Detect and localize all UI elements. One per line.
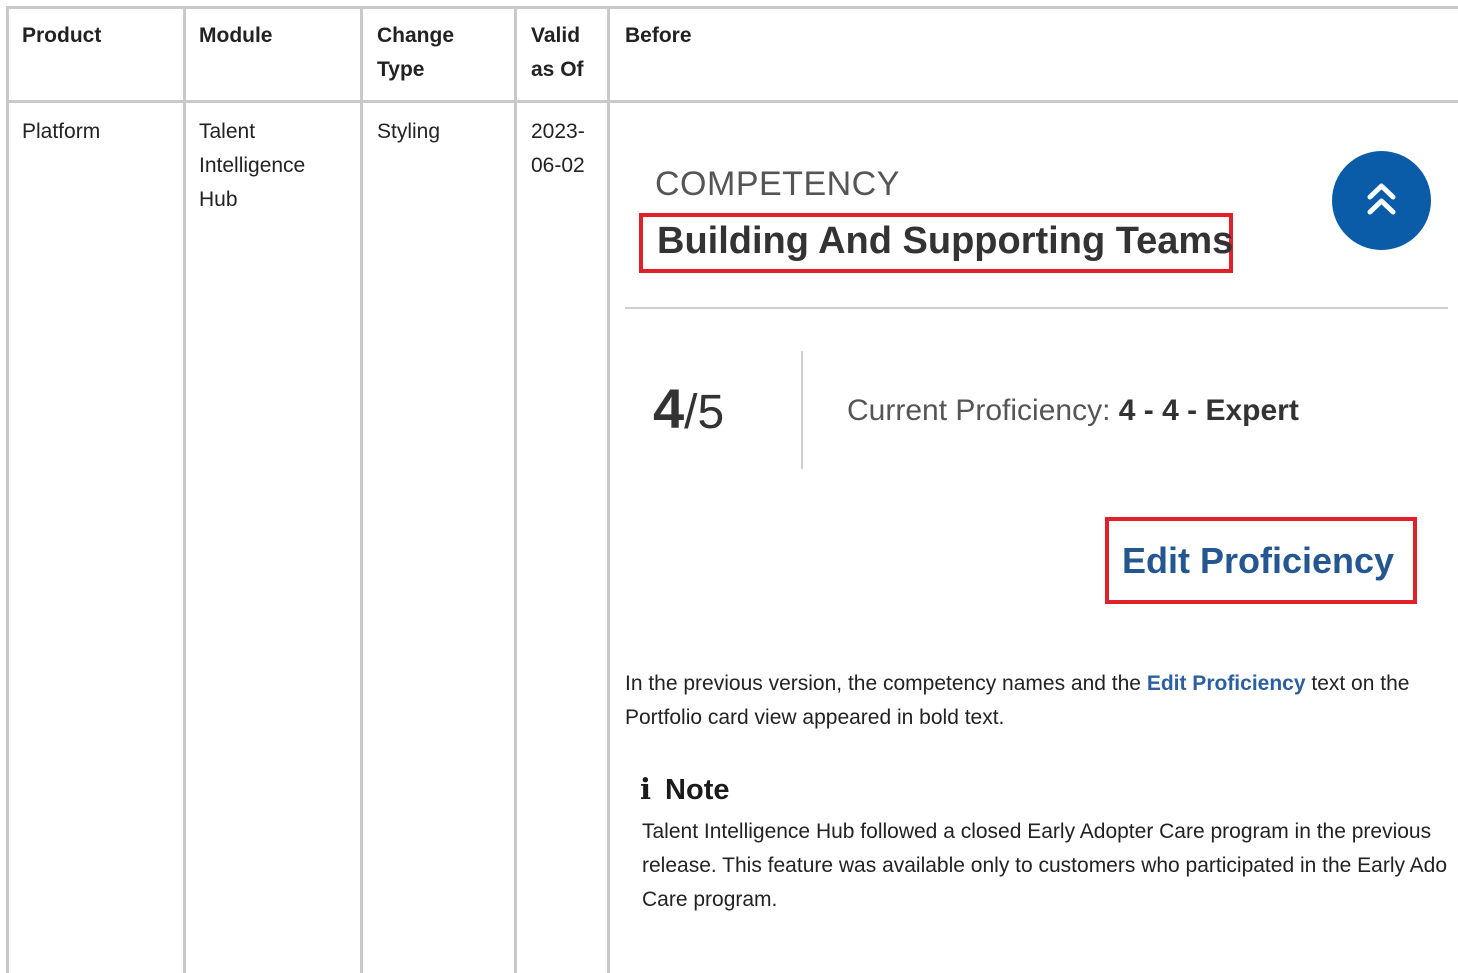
description-text: In the previous version, the competency … xyxy=(625,672,1147,695)
note-line: Care program. xyxy=(642,888,778,911)
column-divider xyxy=(183,6,186,973)
header-change-type: Change Type xyxy=(377,19,454,87)
competency-name: Building And Supporting Teams xyxy=(657,220,1234,262)
description-paragraph: In the previous version, the competency … xyxy=(625,667,1448,735)
cell-text: Styling xyxy=(377,120,441,143)
column-divider xyxy=(360,6,363,973)
cell-text: Intelligence xyxy=(199,154,306,177)
cell-valid-as-of: 2023- 06-02 xyxy=(531,115,585,183)
double-chevron-up-icon xyxy=(1367,183,1396,215)
cell-change-type: Styling xyxy=(377,115,440,149)
description-line: In the previous version, the competency … xyxy=(625,667,1448,701)
section-label: COMPETENCY xyxy=(655,165,900,203)
column-divider xyxy=(514,6,517,973)
description-line: Portfolio card view appeared in bold tex… xyxy=(625,706,1005,729)
description-text: text on the xyxy=(1305,672,1410,695)
cell-text: Platform xyxy=(22,120,101,143)
proficiency-value: 4 - 4 - Expert xyxy=(1118,394,1299,427)
current-proficiency: Current Proficiency: 4 - 4 - Expert xyxy=(847,392,1299,430)
proficiency-score: 4/5 xyxy=(653,376,724,446)
description-link: Edit Proficiency xyxy=(1146,672,1306,695)
collapse-button[interactable] xyxy=(1332,151,1431,250)
info-icon: i xyxy=(640,772,652,806)
note-line: release. This feature was available only… xyxy=(642,854,1448,877)
header-before: Before xyxy=(625,19,692,53)
table-top-border xyxy=(6,6,1458,9)
divider xyxy=(625,307,1448,309)
cell-module: Talent Intelligence Hub xyxy=(199,115,305,217)
header-valid-as-of: Valid as Of xyxy=(531,19,584,87)
header-text: Product xyxy=(22,24,102,47)
header-text: Type xyxy=(377,58,425,81)
column-divider xyxy=(607,6,610,973)
column-divider xyxy=(6,6,9,973)
vertical-divider xyxy=(801,351,803,469)
header-row-border xyxy=(6,100,1458,103)
edit-proficiency-link[interactable]: Edit Proficiency xyxy=(1122,539,1394,583)
header-module: Module xyxy=(199,19,273,53)
header-product: Product xyxy=(22,19,101,53)
note-heading: i Note xyxy=(640,770,729,809)
cell-text: Hub xyxy=(199,188,238,211)
score-total: /5 xyxy=(684,386,725,439)
cell-text: 2023- xyxy=(531,120,585,143)
header-text: Change xyxy=(377,24,455,47)
cell-text: Talent xyxy=(199,120,256,143)
note-body: Talent Intelligence Hub followed a close… xyxy=(642,815,1448,917)
header-text: Valid xyxy=(531,24,581,47)
score-value: 4 xyxy=(653,377,685,440)
note-title: Note xyxy=(665,774,730,806)
proficiency-label: Current Proficiency: xyxy=(847,394,1119,427)
cell-product: Platform xyxy=(22,115,100,149)
cell-text: 06-02 xyxy=(531,154,585,177)
note-line: Talent Intelligence Hub followed a close… xyxy=(642,820,1432,843)
header-text: as Of xyxy=(531,58,584,81)
header-text: Before xyxy=(625,24,692,47)
header-text: Module xyxy=(199,24,273,47)
